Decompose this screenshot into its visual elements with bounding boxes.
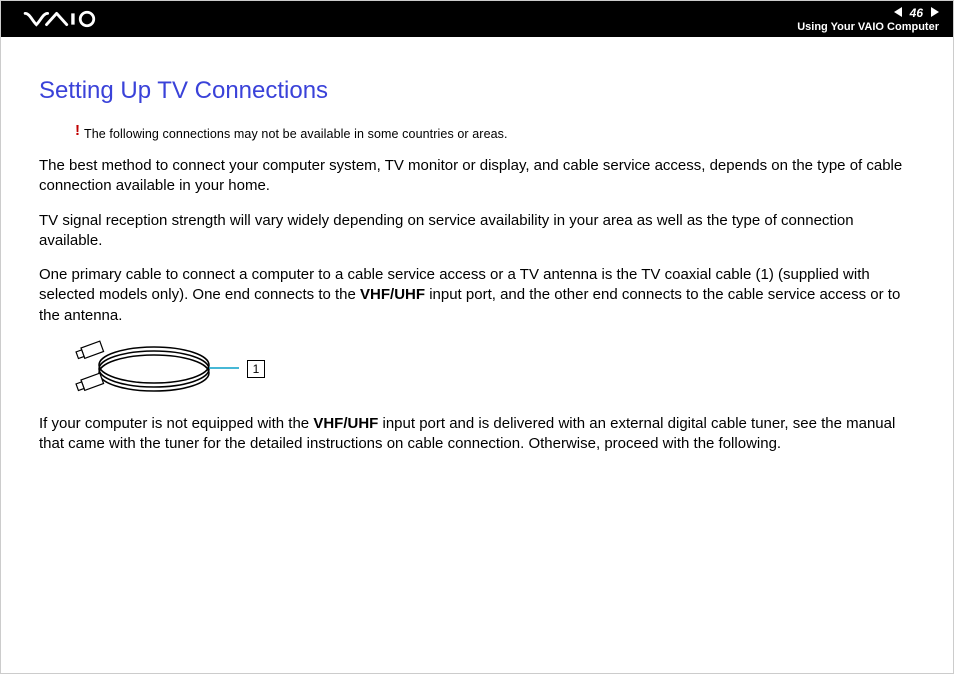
section-label: Using Your VAIO Computer [797,21,939,33]
next-page-icon[interactable] [929,6,939,20]
page-number: 46 [910,6,923,20]
coaxial-cable-icon [69,340,239,398]
paragraph-1: The best method to connect your computer… [39,156,915,197]
header-bar: 46 Using Your VAIO Computer [1,1,953,37]
paragraph-4: If your computer is not equipped with th… [39,414,915,455]
page-content: Setting Up TV Connections ! The followin… [1,37,953,454]
cable-figure: 1 [69,340,915,398]
prev-page-icon[interactable] [894,6,904,20]
warning: ! The following connections may not be a… [75,127,915,142]
paragraph-3: One primary cable to connect a computer … [39,265,915,326]
p3-bold: VHF/UHF [360,286,425,303]
p4-bold: VHF/UHF [313,415,378,432]
p4-part-a: If your computer is not equipped with th… [39,415,313,432]
pager: 46 [894,6,939,20]
page-title: Setting Up TV Connections [39,77,915,105]
warning-text: The following connections may not be ava… [84,127,508,141]
figure-callout: 1 [247,360,265,378]
header-right: 46 Using Your VAIO Computer [797,6,939,33]
paragraph-2: TV signal reception strength will vary w… [39,211,915,252]
vaio-logo [19,10,119,28]
warning-icon: ! [75,123,80,138]
